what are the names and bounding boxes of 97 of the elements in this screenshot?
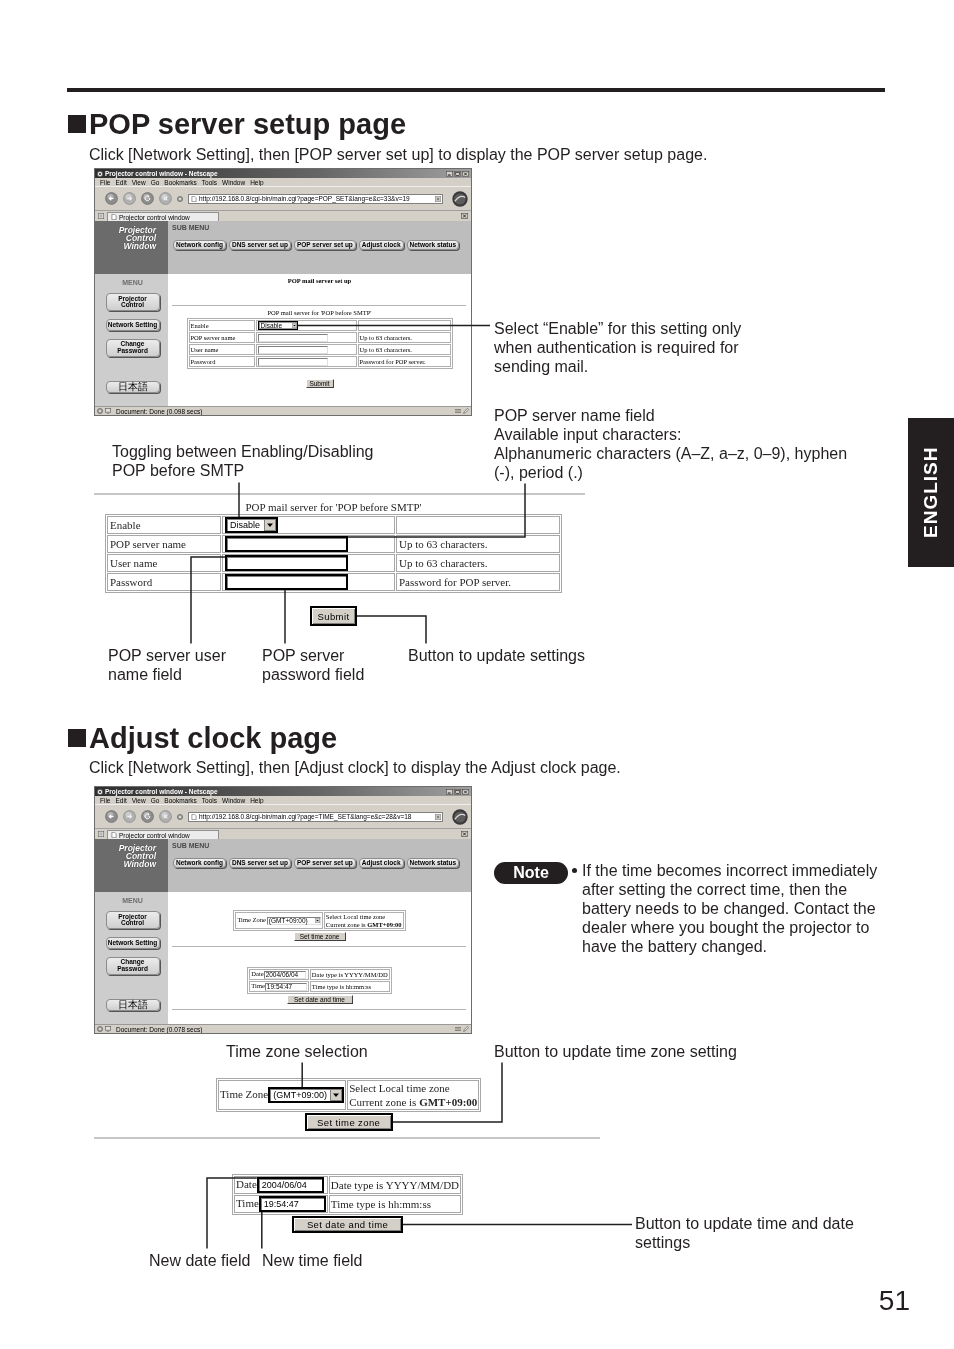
- bars-icon: [455, 1026, 461, 1032]
- circle-icon[interactable]: [177, 195, 183, 202]
- reload-icon[interactable]: [141, 192, 154, 205]
- close-icon[interactable]: [461, 831, 468, 837]
- callout-text: Button to update time zone setting: [494, 1041, 737, 1061]
- logo-text: Projector Control Window: [118, 844, 156, 868]
- intro-text: Click [Network Setting], then [Adjust clock] to display the Adjust clock page.: [89, 757, 621, 777]
- hint-text: Time type is hh:mm:ss: [330, 1198, 431, 1210]
- back-icon[interactable]: [105, 810, 118, 823]
- menu-button[interactable]: 日本語: [105, 381, 160, 393]
- callout-text: POP server user name field: [108, 645, 227, 684]
- hint-text: Current zone is GMT+09:00: [349, 1095, 478, 1109]
- section-title: POP server setup page: [89, 107, 406, 141]
- circle-icon[interactable]: [177, 813, 183, 820]
- callout-text: Button to update time and date settings: [635, 1213, 855, 1252]
- note-badge: Note: [494, 862, 568, 884]
- hint-text: Password for POP server.: [399, 576, 512, 588]
- caret-icon: [264, 519, 276, 531]
- text-field[interactable]: [225, 574, 348, 590]
- form-caption: POP mail server for 'POP before SMTP': [245, 500, 422, 514]
- dropdown[interactable]: (GMT+09:00): [268, 1087, 345, 1103]
- back-icon[interactable]: [105, 192, 118, 205]
- text-field[interactable]: 2004/06/04: [256, 1177, 324, 1193]
- text-field[interactable]: [257, 345, 328, 354]
- field-label: Date: [236, 1177, 257, 1190]
- callout-text: New date field: [149, 1250, 252, 1270]
- square-bullet-icon: [68, 729, 86, 747]
- hint-text: Date type is YYYY/MM/DD: [330, 1179, 460, 1191]
- logo-icon[interactable]: [452, 808, 468, 825]
- field-label: Time Zone: [220, 1087, 269, 1100]
- forward-icon[interactable]: [123, 810, 136, 823]
- monitor-icon: [105, 1026, 111, 1032]
- reload-icon[interactable]: [141, 810, 154, 823]
- set-date-time-button[interactable]: Set date and time: [292, 1216, 403, 1233]
- maximize-icon[interactable]: [454, 788, 461, 795]
- field-label: Password: [110, 576, 153, 588]
- caret-icon: [314, 918, 320, 924]
- logo-icon[interactable]: [452, 190, 468, 207]
- leader-line: [284, 589, 286, 645]
- menu-button[interactable]: 日本語: [105, 999, 160, 1011]
- text-field[interactable]: [257, 357, 328, 366]
- section-title: Adjust clock page: [89, 721, 338, 755]
- app-icon: [97, 788, 103, 795]
- field-label: Time: [236, 1196, 259, 1209]
- note-text: If the time becomes incorrect immediately after setting the correct time, then the battery needs to be changed. Contact the dealer where you bought the projector to have the battery changed.: [582, 860, 879, 956]
- page-number: 51: [878, 1284, 910, 1318]
- text-field[interactable]: [225, 555, 348, 571]
- text-field[interactable]: [225, 536, 348, 552]
- close-icon[interactable]: [461, 213, 468, 219]
- bars-icon: [455, 408, 461, 414]
- callout-text: POP server password field: [262, 645, 366, 684]
- monitor-icon: [105, 408, 111, 414]
- page-icon: [191, 813, 197, 820]
- stop-icon[interactable]: [159, 810, 172, 823]
- maximize-icon[interactable]: [454, 170, 461, 177]
- leader-line: [238, 481, 240, 518]
- set-time-zone-button[interactable]: Set time zone: [304, 1113, 393, 1131]
- leader-line: [301, 1061, 303, 1088]
- logo-text: Projector Control Window: [118, 226, 156, 250]
- forward-icon[interactable]: [123, 192, 136, 205]
- callout-text: Toggling between Enabling/Disabling POP before SMTP: [112, 441, 375, 480]
- leader-line: [356, 615, 427, 645]
- language-label: ENGLISH: [908, 418, 954, 567]
- dropdown[interactable]: Disable: [225, 517, 278, 533]
- callout-text: Button to update settings: [408, 645, 585, 665]
- app-icon: [97, 170, 103, 177]
- text-field[interactable]: [257, 333, 328, 342]
- callout-text: POP server name field Available input characters: Alphanumeric characters (A–Z, a–z, 0–9), hyphen (-), period (.): [494, 405, 849, 482]
- list-icon[interactable]: [98, 831, 104, 837]
- submit-button[interactable]: Submit: [310, 606, 357, 626]
- pen-icon: [463, 1026, 469, 1032]
- close-icon[interactable]: [462, 788, 469, 795]
- field-label: User name: [110, 557, 158, 569]
- square-bullet-icon: [68, 115, 86, 133]
- pen-icon: [463, 408, 469, 414]
- intro-text: Click [Network Setting], then [POP server set up] to display the POP server setup page.: [89, 145, 708, 164]
- leader-line: [261, 1211, 263, 1250]
- caret-icon: [330, 1089, 343, 1101]
- page-icon: [191, 195, 197, 202]
- bullet-icon: [572, 867, 577, 873]
- field-label: POP server name: [110, 538, 186, 550]
- minimize-icon[interactable]: [446, 170, 453, 177]
- stop-icon[interactable]: [159, 192, 172, 205]
- close-icon[interactable]: [462, 170, 469, 177]
- text-field[interactable]: 19:54:47: [258, 1196, 326, 1212]
- callout-text: Select “Enable” for this setting only when authentication is required for sending mail.: [494, 318, 743, 376]
- field-label: Enable: [110, 519, 141, 531]
- hint-text: Up to 63 characters.: [399, 538, 488, 550]
- hint-text: Up to 63 characters.: [399, 557, 488, 569]
- callout-text: Time zone selection: [226, 1041, 369, 1061]
- caret-icon: [291, 323, 297, 328]
- minimize-icon[interactable]: [446, 788, 453, 795]
- dropdown-icon[interactable]: [435, 195, 441, 202]
- list-icon[interactable]: [98, 213, 104, 219]
- callout-text: New time field: [262, 1250, 363, 1270]
- dropdown-icon[interactable]: [435, 813, 441, 820]
- hint-text: Select Local time zone: [349, 1081, 450, 1095]
